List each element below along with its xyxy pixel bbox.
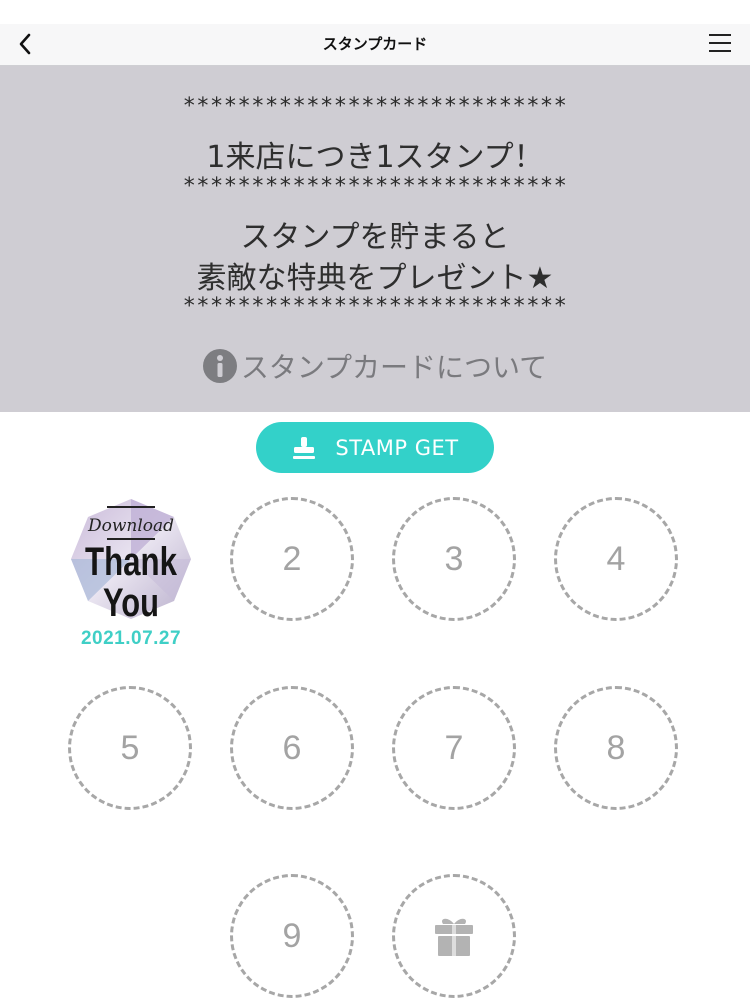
navigation-bar: スタンプカード — [0, 24, 750, 66]
chevron-left-icon — [19, 33, 31, 55]
hamburger-line — [709, 42, 731, 44]
stamp-get-label: STAMP GET — [335, 435, 459, 460]
stamp-slot-8[interactable]: 8 — [554, 686, 678, 810]
about-label: スタンプカードについて — [240, 351, 548, 384]
stamp-slot-2[interactable]: 2 — [230, 497, 354, 621]
star-divider: **************************** — [182, 294, 568, 319]
gift-icon — [435, 918, 473, 956]
hamburger-line — [709, 50, 731, 52]
stamp-main-line-2: You — [103, 581, 159, 621]
stamp-slot-7[interactable]: 7 — [392, 686, 516, 810]
stamp-slot-9[interactable]: 9 — [230, 874, 354, 998]
star-divider: **************************** — [182, 174, 568, 199]
info-line-2: スタンプを貯まると — [240, 220, 510, 255]
menu-button[interactable] — [706, 31, 734, 57]
stamp-slot-1-filled[interactable]: Download Thank You — [69, 497, 193, 625]
back-button[interactable] — [10, 28, 40, 60]
star-divider: **************************** — [182, 94, 568, 119]
info-panel: **************************** 1来店につき1スタンプ… — [0, 66, 750, 412]
stamp-slot-3[interactable]: 3 — [392, 497, 516, 621]
info-icon — [202, 349, 237, 383]
about-stamp-card-link[interactable]: スタンプカードについて — [0, 344, 750, 388]
hamburger-menu-icon — [709, 34, 731, 36]
stamp-slot-6[interactable]: 6 — [230, 686, 354, 810]
page-title: スタンプカード — [322, 35, 428, 53]
thank-you-stamp-image: Download Thank You — [71, 499, 191, 625]
stamp-slot-5[interactable]: 5 — [68, 686, 192, 810]
stamp-icon — [291, 435, 317, 461]
stamp-get-button[interactable]: STAMP GET — [256, 422, 494, 473]
reward-slot[interactable] — [392, 874, 516, 998]
info-line-1: 1来店につき1スタンプ！ — [206, 140, 544, 175]
stamp-date: 2021.07.27 — [80, 628, 182, 649]
stamp-slot-4[interactable]: 4 — [554, 497, 678, 621]
stamp-top-text: Download — [87, 516, 174, 536]
status-area — [0, 0, 750, 24]
info-line-3: 素敵な特典をプレゼント★ — [196, 261, 554, 296]
stamp-main-line-1: Thank — [85, 540, 178, 584]
